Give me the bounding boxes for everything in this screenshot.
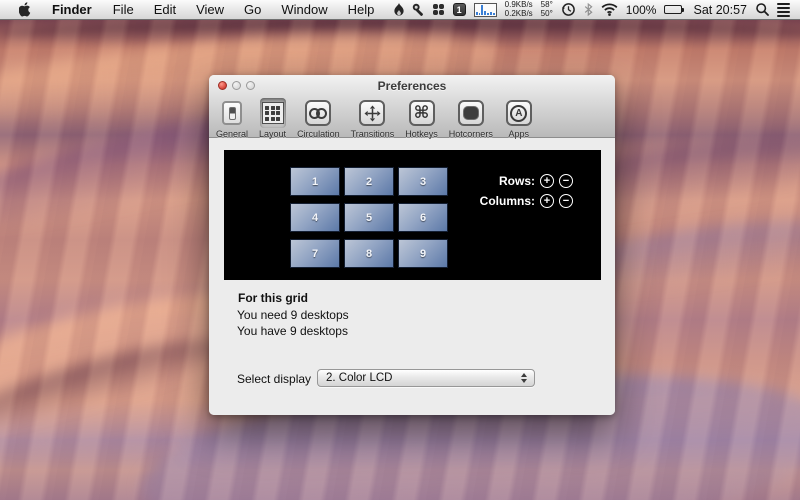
desktop-tile-8[interactable]: 8 [344,239,394,268]
menu-help[interactable]: Help [338,0,385,19]
rows-stepper: Rows: + − [499,174,573,188]
network-speed[interactable]: 0.9KB/s 0.2KB/s [505,0,533,18]
menu-file[interactable]: File [103,0,144,19]
rows-add-button[interactable]: + [540,174,554,188]
tab-layout[interactable]: Layout [257,97,288,140]
desktop-tile-3[interactable]: 3 [398,167,448,196]
desktops-have-text: You have 9 desktops [237,324,348,338]
bluetooth-icon[interactable] [584,3,593,16]
desktop-tile-2[interactable]: 2 [344,167,394,196]
menu-view[interactable]: View [186,0,234,19]
notification-center-icon[interactable] [777,2,790,17]
preferences-window: Preferences General Layout Circulation T… [209,75,615,415]
menu-items: File Edit View Go Window Help [103,0,385,19]
window-chrome: Preferences General Layout Circulation T… [209,75,615,140]
grid-preview-panel: 123 456 789 Rows: + − Columns: + − [224,150,601,280]
battery-percent: 100% [625,2,657,17]
menu-go[interactable]: Go [234,0,271,19]
grid-info-heading: For this grid [238,291,308,305]
apps-circle-icon: A [505,100,532,126]
desktop-tile-6[interactable]: 6 [398,203,448,232]
desktop-tile-5[interactable]: 5 [344,203,394,232]
title-bar[interactable]: Preferences [209,75,615,95]
tab-hotcorners[interactable]: Hotcorners [447,97,495,140]
columns-stepper: Columns: + − [480,194,573,208]
desktop-tile-1[interactable]: 1 [290,167,340,196]
tab-hotkeys[interactable]: ⌘ Hotkeys [403,97,440,140]
command-key-icon: ⌘ [408,100,435,126]
desktop-grid: 123 456 789 [290,167,448,268]
window-title: Preferences [377,79,447,93]
menu-bar: Finder File Edit View Go Window Help 1 0.9KB/… [0,0,800,20]
rows-label: Rows: [499,174,535,188]
hotcorners-screen-icon [457,100,484,126]
circulation-loop-icon [305,100,332,126]
temperature-readout[interactable]: 58° 50° [541,0,553,18]
flame-icon[interactable] [394,2,404,17]
popup-stepper-icon [521,373,527,383]
layout-pane: 123 456 789 Rows: + − Columns: + − For thi… [209,139,615,415]
menu-clock[interactable]: Sat 20:57 [692,3,748,17]
layout-grid-icon [261,102,284,124]
desktops-needed-text: You need 9 desktops [237,308,349,322]
spotlight-icon[interactable] [756,3,769,16]
desktop-tile-7[interactable]: 7 [290,239,340,268]
display-popup-button[interactable]: 2. Color LCD [317,369,535,387]
general-switch-icon [222,101,243,125]
preferences-toolbar: General Layout Circulation Transitions ⌘… [214,95,615,140]
columns-add-button[interactable]: + [540,194,554,208]
tab-apps[interactable]: A Apps [502,97,536,140]
columns-label: Columns: [479,194,535,208]
tab-circulation[interactable]: Circulation [295,97,342,140]
select-display-label: Select display [237,372,312,386]
transitions-arrows-icon [359,100,386,126]
badge-count-icon[interactable]: 1 [452,3,466,16]
tab-transitions[interactable]: Transitions [349,97,397,140]
display-popup-value: 2. Color LCD [326,372,393,384]
time-machine-icon[interactable] [561,2,576,17]
menu-finder[interactable]: Finder [41,0,103,19]
desktop-tile-9[interactable]: 9 [398,239,448,268]
app-cluster-icon[interactable] [432,3,445,16]
wifi-icon[interactable] [601,3,618,16]
columns-remove-button[interactable]: − [559,194,573,208]
apple-icon [19,2,31,17]
wrench-icon[interactable] [412,3,425,16]
apple-menu[interactable] [10,0,41,19]
rows-remove-button[interactable]: − [559,174,573,188]
cpu-graph-icon[interactable] [473,2,497,17]
battery-icon[interactable] [664,5,685,14]
tab-general[interactable]: General [214,97,250,140]
menu-edit[interactable]: Edit [144,0,186,19]
menu-window[interactable]: Window [271,0,337,19]
desktop-tile-4[interactable]: 4 [290,203,340,232]
